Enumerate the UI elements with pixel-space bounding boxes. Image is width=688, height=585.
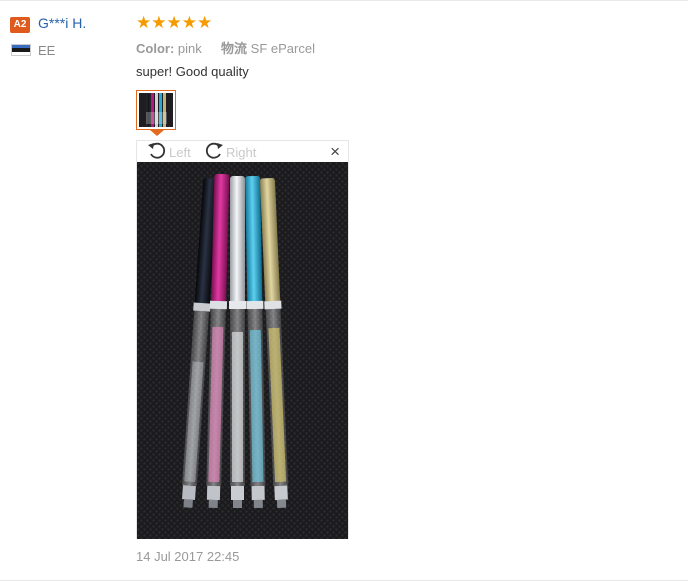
rotate-left-button[interactable]: Left — [146, 142, 191, 162]
star-rating: ★★★★★ — [136, 13, 213, 32]
review-meta: Color: pink 物流 SF eParcel — [136, 38, 315, 57]
reviewer-name[interactable]: G***i H. — [38, 15, 86, 31]
rotate-right-button[interactable]: Right — [203, 142, 256, 162]
review-date: 14 Jul 2017 22:45 — [136, 549, 240, 564]
review-text: super! Good quality — [136, 64, 249, 79]
rotate-left-icon — [146, 140, 168, 165]
review-photo-thumbnail[interactable] — [136, 90, 176, 130]
rotate-right-label: Right — [226, 144, 257, 160]
color-label: Color: — [136, 41, 175, 56]
bottom-divider — [0, 580, 688, 581]
photo-viewer: Left Right × — [136, 140, 349, 539]
close-viewer-button[interactable]: × — [330, 143, 340, 161]
shipping-value: SF eParcel — [250, 41, 315, 56]
viewer-toolbar: Left Right × — [137, 141, 348, 162]
thumbnail-active-indicator — [150, 130, 164, 136]
rotate-right-icon — [203, 140, 225, 165]
review-photo — [137, 162, 348, 539]
rotate-left-label: Left — [169, 144, 191, 160]
shipping-label: 物流 — [221, 41, 248, 56]
reviewer-country: EE — [38, 43, 56, 58]
pens-photo-graphic — [137, 162, 348, 539]
thumbnail-image — [139, 93, 173, 127]
country-flag-icon — [11, 44, 31, 56]
color-value: pink — [177, 41, 202, 56]
top-divider — [0, 0, 688, 1]
thumbnail-pens-graphic — [139, 93, 173, 127]
buyer-level-badge: A2 — [10, 17, 30, 33]
